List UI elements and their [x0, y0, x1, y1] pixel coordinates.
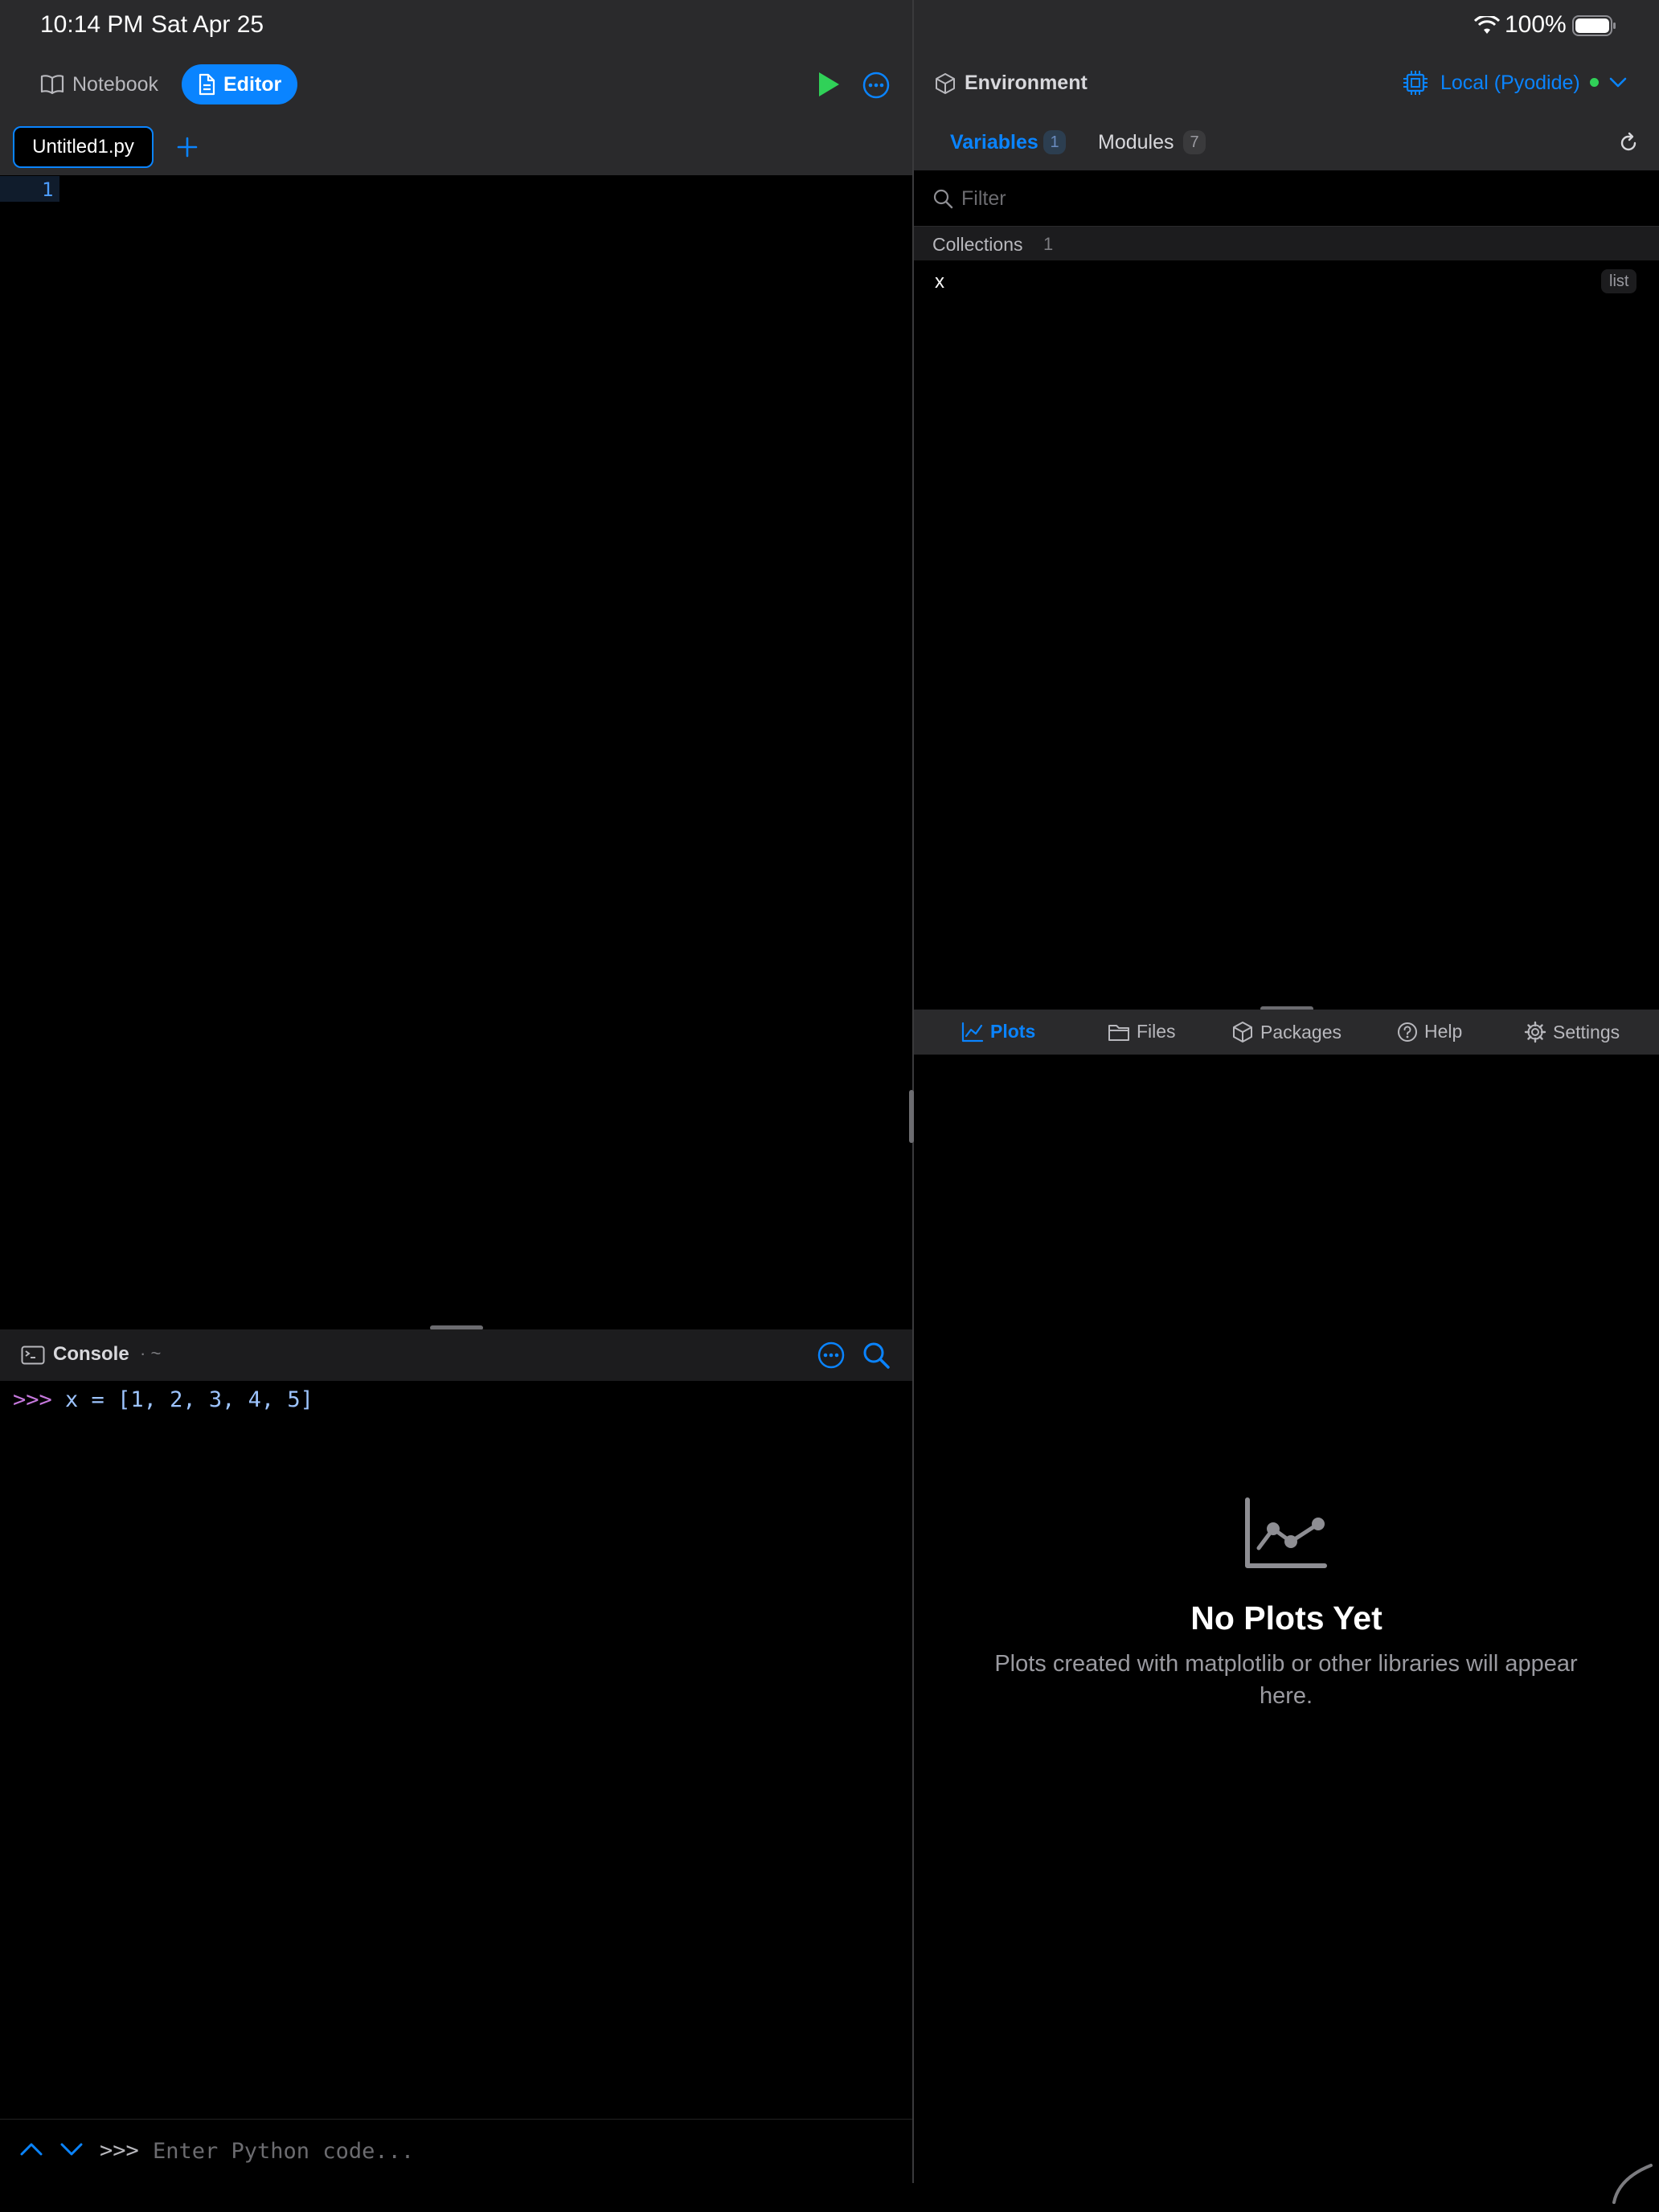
- input-prompt: >>>: [100, 2138, 139, 2163]
- modules-count-badge: 7: [1183, 130, 1206, 154]
- console-title: Console: [53, 1343, 129, 1365]
- folder-icon: [1108, 1024, 1129, 1041]
- battery-percent: 100%: [1505, 11, 1567, 38]
- chevron-down-icon: [1609, 77, 1627, 88]
- notebook-mode-button[interactable]: Notebook: [32, 64, 170, 104]
- chevron-up-icon: [20, 2143, 43, 2156]
- question-circle-icon: [1398, 1022, 1417, 1042]
- terminal-icon: [21, 1346, 45, 1365]
- tab-packages[interactable]: Packages: [1231, 1021, 1342, 1043]
- refresh-button[interactable]: [1617, 132, 1640, 154]
- window-resize-corner-icon[interactable]: [1611, 2161, 1656, 2206]
- status-date: Sat Apr 25: [151, 11, 264, 38]
- tab-variables[interactable]: Variables: [950, 131, 1038, 154]
- refresh-icon: [1620, 135, 1636, 151]
- console-history-line: >>> x = [1, 2, 3, 4, 5]: [13, 1387, 313, 1412]
- tab-plots[interactable]: Plots: [961, 1021, 1035, 1043]
- line-number: 1: [42, 178, 54, 201]
- empty-chart-icon: [1245, 1497, 1327, 1568]
- variable-row[interactable]: [914, 262, 1659, 299]
- console-input[interactable]: [153, 2132, 876, 2170]
- empty-plots-description: Plots created with matplotlib or other l…: [994, 1651, 1578, 1709]
- cube-icon: [936, 73, 955, 94]
- runtime-label: Local (Pyodide): [1440, 72, 1580, 94]
- tab-help-label: Help: [1424, 1021, 1463, 1042]
- console-code: x = [1, 2, 3, 4, 5]: [65, 1387, 313, 1412]
- book-icon: [40, 75, 64, 95]
- chevron-down-icon: [60, 2143, 83, 2156]
- tab-modules[interactable]: Modules: [1098, 131, 1174, 154]
- tab-settings[interactable]: Settings: [1524, 1021, 1620, 1043]
- tab-packages-label: Packages: [1260, 1021, 1342, 1043]
- variables-count-badge: 1: [1043, 130, 1066, 154]
- play-icon: [819, 72, 839, 96]
- battery-icon: [1572, 15, 1616, 36]
- empty-plots-title: No Plots Yet: [1190, 1600, 1382, 1636]
- cpu-icon: [1403, 71, 1428, 95]
- tab-plots-label: Plots: [990, 1021, 1036, 1042]
- console-header: [0, 1329, 912, 1381]
- status-time: 10:14 PM: [40, 11, 144, 38]
- variable-type-badge: list: [1601, 269, 1637, 293]
- notebook-label: Notebook: [72, 72, 159, 96]
- tab-files-label: Files: [1137, 1021, 1176, 1042]
- console-path: · ~: [140, 1343, 162, 1363]
- history-up-button[interactable]: [19, 2141, 43, 2157]
- editor-more-button[interactable]: [862, 71, 891, 100]
- tab-files[interactable]: Files: [1108, 1021, 1176, 1043]
- console-more-button[interactable]: [817, 1341, 846, 1370]
- wifi-icon: [1474, 16, 1500, 34]
- file-tab-untitled1[interactable]: Untitled1.py: [13, 126, 154, 168]
- tab-help[interactable]: Help: [1397, 1021, 1462, 1043]
- editor-label: Editor: [223, 72, 282, 96]
- runtime-status-dot: [1590, 78, 1599, 87]
- history-down-button[interactable]: [59, 2141, 84, 2157]
- package-icon: [1233, 1022, 1252, 1043]
- code-editor-area[interactable]: [64, 176, 908, 1317]
- add-tab-button[interactable]: [169, 129, 206, 166]
- panel-resize-handle[interactable]: [909, 1090, 914, 1143]
- document-icon: [199, 73, 215, 96]
- plus-icon: [177, 137, 198, 158]
- gear-icon: [1524, 1021, 1546, 1043]
- console-search-button[interactable]: [862, 1341, 891, 1370]
- environment-title: Environment: [965, 72, 1088, 94]
- search-icon: [933, 189, 953, 209]
- console-prompt: >>>: [13, 1387, 52, 1412]
- collections-group-header[interactable]: [914, 227, 1659, 260]
- collections-count: 1: [1043, 234, 1054, 254]
- tab-settings-label: Settings: [1553, 1021, 1620, 1043]
- chart-icon: [961, 1022, 984, 1042]
- collections-label: Collections: [932, 234, 1023, 255]
- filter-input[interactable]: [961, 180, 1620, 217]
- editor-mode-button[interactable]: Editor: [182, 64, 297, 104]
- run-button[interactable]: [817, 71, 841, 98]
- variable-name: x: [935, 271, 944, 293]
